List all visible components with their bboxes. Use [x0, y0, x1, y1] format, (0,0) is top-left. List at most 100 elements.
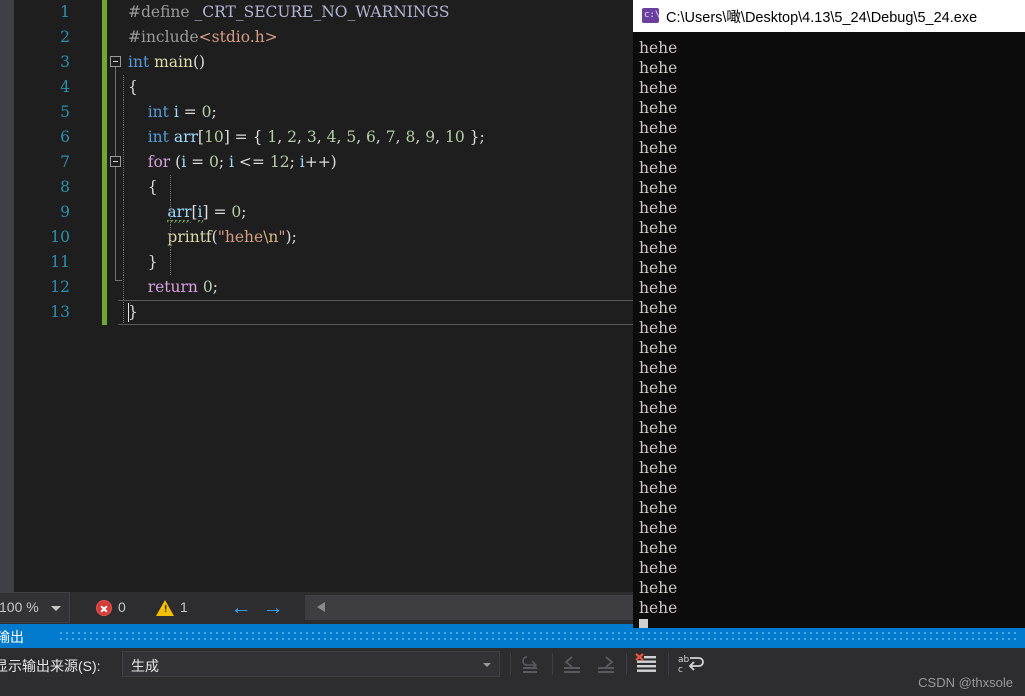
code-token: #define — [128, 3, 195, 21]
output-source-combobox[interactable]: 生成 — [122, 651, 500, 677]
code-token: = — [186, 153, 209, 171]
code-token: , — [296, 128, 307, 146]
code-line-text: printf("hehe\n"); — [128, 225, 296, 250]
code-line-text: int arr[10] = { 1, 2, 3, 4, 5, 6, 7, 8, … — [128, 125, 485, 150]
console-output-line: hehe — [639, 159, 678, 177]
code-token: { — [147, 178, 158, 196]
console-icon-text: c:\ — [644, 10, 661, 20]
code-token: 3 — [306, 128, 317, 146]
console-output-line: hehe — [639, 599, 678, 617]
code-line-text: } — [128, 250, 158, 275]
indent-guide — [123, 200, 124, 225]
code-token: " — [278, 228, 286, 246]
indent-guide — [123, 225, 124, 250]
code-token: = — [208, 203, 232, 221]
text-caret — [128, 303, 129, 322]
code-line-text: #include<stdio.h> — [128, 25, 278, 50]
console-output-line: hehe — [639, 319, 678, 337]
code-line-text: } — [128, 300, 138, 325]
console-output-line: hehe — [639, 119, 678, 137]
console-output-line: hehe — [639, 339, 678, 357]
code-token: 0 — [201, 103, 212, 121]
toolbar-separator — [626, 653, 627, 675]
toolbar-separator — [552, 653, 553, 675]
code-token: <= — [234, 153, 270, 171]
line-number: 2 — [60, 28, 70, 46]
code-token: , — [395, 128, 406, 146]
svg-text:c: c — [678, 665, 683, 675]
previous-message-icon[interactable] — [558, 651, 588, 677]
console-output-line: hehe — [639, 439, 678, 457]
scroll-left-icon[interactable] — [317, 602, 325, 612]
line-number: 12 — [50, 278, 70, 296]
code-line-text: { — [128, 175, 158, 200]
indent-guide — [123, 250, 124, 275]
code-token: 2 — [287, 128, 297, 146]
console-title-bar[interactable]: c:\ C:\Users\噉\Desktop\4.13\5_24\Debug\5… — [633, 0, 1025, 32]
console-window[interactable]: c:\ C:\Users\噉\Desktop\4.13\5_24\Debug\5… — [633, 0, 1025, 628]
navigate-forward-button[interactable]: → — [260, 596, 286, 620]
code-line-text: { — [128, 75, 138, 100]
code-token: 12 — [269, 153, 290, 171]
drag-grip-icon[interactable] — [58, 630, 1019, 642]
console-output-line: hehe — [639, 399, 678, 417]
code-token: 0 — [209, 153, 219, 171]
code-token: 8 — [405, 128, 416, 146]
code-token: 10 — [444, 128, 465, 146]
code-token: #include — [128, 28, 199, 46]
code-token: , — [375, 128, 386, 146]
code-token: ; — [211, 103, 217, 121]
editor-left-margin — [0, 0, 14, 592]
code-token: , — [316, 128, 327, 146]
go-to-source-icon[interactable] — [516, 651, 546, 677]
error-count: 0 — [118, 599, 126, 615]
code-token: arr — [167, 203, 192, 225]
code-line-text: for (i = 0; i <= 12; i++) — [128, 150, 337, 175]
code-token: ; — [218, 153, 230, 171]
toggle-word-wrap-icon[interactable]: ab c — [676, 651, 706, 677]
code-token: ; — [212, 278, 218, 296]
code-token: , — [277, 128, 288, 146]
code-token: ] = { — [223, 128, 268, 146]
next-message-icon[interactable] — [592, 651, 622, 677]
console-output-line: hehe — [639, 279, 678, 297]
code-token: , — [415, 128, 426, 146]
console-output-line: hehe — [639, 239, 678, 257]
code-token: ; — [241, 203, 247, 221]
navigate-backward-button[interactable]: ← — [228, 596, 254, 620]
console-cursor — [639, 619, 648, 628]
output-pane-title: 输出 — [0, 629, 24, 645]
console-output-line: hehe — [639, 519, 678, 537]
code-token: , — [336, 128, 347, 146]
line-number: 7 — [60, 153, 70, 171]
clear-output-icon[interactable] — [632, 651, 662, 677]
code-token: int — [128, 53, 150, 71]
console-output-line: hehe — [639, 559, 678, 577]
code-token: ( — [170, 153, 182, 171]
indent-guide — [123, 175, 124, 200]
code-token: } — [147, 253, 158, 271]
toolbar-separator — [668, 653, 669, 675]
warning-glyph: ! — [164, 604, 168, 615]
code-token: 1 — [267, 128, 278, 146]
console-output-line: hehe — [639, 459, 678, 477]
output-pane: 输出 显示输出来源(S): 生成 ab c CSDN @thxsole — [0, 624, 1025, 696]
zoom-level-combobox[interactable]: 100 % — [0, 592, 70, 623]
line-number: 4 — [60, 78, 70, 96]
line-number: 5 — [60, 103, 70, 121]
code-token: 6 — [366, 128, 376, 146]
code-token: "hehe — [217, 228, 264, 246]
show-output-from-label: 显示输出来源(S): — [0, 658, 101, 674]
code-token: printf — [167, 228, 212, 246]
chevron-down-icon[interactable] — [51, 606, 61, 611]
chevron-down-icon[interactable] — [483, 663, 491, 667]
console-output-area[interactable]: hehe hehe hehe hehe hehe hehe hehe hehe hehe hehe… — [633, 32, 1025, 628]
code-token: _CRT_SECURE_NO_WARNINGS — [194, 3, 450, 21]
console-output-line: hehe — [639, 379, 678, 397]
line-number: 10 — [50, 228, 70, 246]
